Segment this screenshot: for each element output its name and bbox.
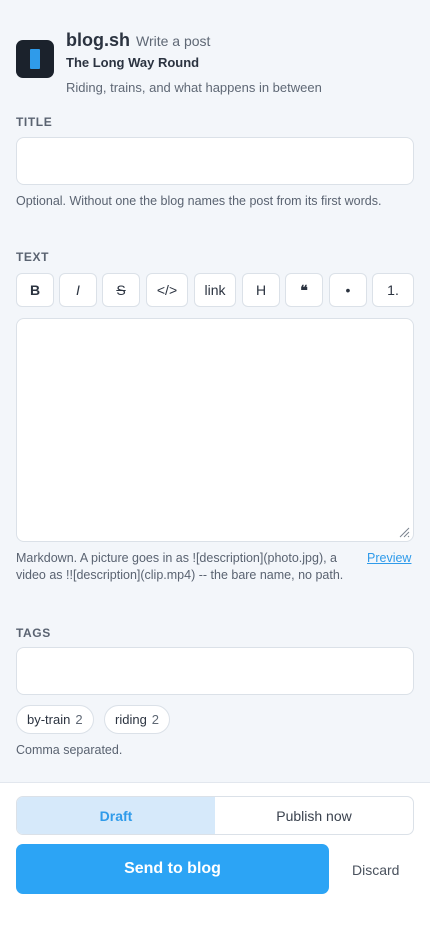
code-button[interactable]: </> — [146, 273, 188, 307]
tags-input[interactable] — [16, 647, 414, 695]
page-subtitle: Write a post — [136, 33, 211, 49]
strikethrough-button[interactable]: S — [102, 273, 140, 307]
title-label: TITLE — [16, 115, 53, 129]
publish-mode-toggle: Draft Publish now — [16, 796, 414, 835]
text-help: Markdown. A picture goes in as ![descrip… — [16, 551, 344, 582]
discard-button[interactable]: Discard — [352, 862, 399, 878]
quote-button[interactable]: ❝ — [285, 273, 323, 307]
preview-link[interactable]: Preview — [367, 551, 411, 565]
heading-button[interactable]: H — [242, 273, 280, 307]
blog-title: The Long Way Round — [66, 55, 200, 70]
numbered-list-button[interactable]: 1. — [372, 273, 414, 307]
tags-label: TAGS — [16, 626, 51, 640]
bold-button[interactable]: B — [16, 273, 54, 307]
tag-suggestion-by-train[interactable]: by-train 2 — [16, 705, 94, 734]
send-to-blog-button[interactable]: Send to blog — [16, 844, 329, 894]
tag-name: riding — [115, 712, 147, 727]
draft-option[interactable]: Draft — [17, 797, 215, 834]
tags-help: Comma separated. — [16, 743, 123, 757]
resize-handle-icon[interactable] — [398, 526, 410, 538]
blog-logo-icon — [16, 40, 54, 78]
format-toolbar: B I S </> link H ❝ • 1. — [16, 273, 414, 307]
app-header: blog.sh Write a post The Long Way Round … — [16, 28, 414, 100]
tag-count: 2 — [151, 712, 160, 727]
title-help: Optional. Without one the blog names the… — [16, 194, 382, 208]
publish-now-option[interactable]: Publish now — [215, 797, 413, 834]
text-editor[interactable] — [16, 318, 414, 542]
link-button[interactable]: link — [194, 273, 236, 307]
tag-suggestion-riding[interactable]: riding 2 — [104, 705, 171, 734]
text-label: TEXT — [16, 250, 50, 264]
action-footer: Draft Publish now Send to blog Discard — [0, 782, 430, 930]
title-input[interactable] — [16, 137, 414, 185]
tag-name: by-train — [27, 712, 71, 727]
bullet-list-button[interactable]: • — [329, 273, 367, 307]
tag-count: 2 — [75, 712, 83, 727]
italic-button[interactable]: I — [59, 273, 97, 307]
app-brand: blog.sh — [66, 30, 130, 50]
blog-tagline: Riding, trains, and what happens in betw… — [66, 80, 322, 95]
